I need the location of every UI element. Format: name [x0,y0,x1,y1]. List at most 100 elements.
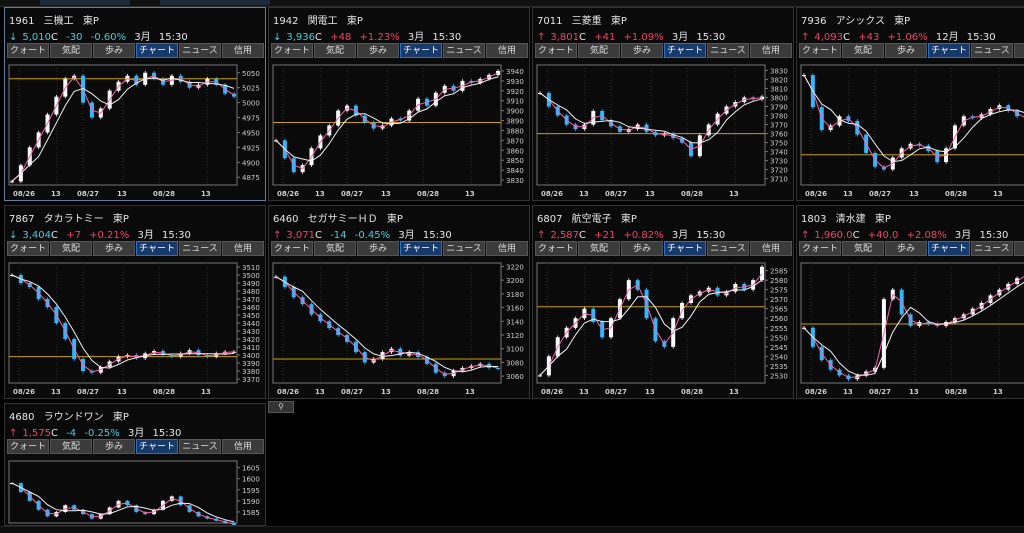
tab-chart[interactable]: チャート [400,43,442,58]
price-chart[interactable]: 2585258025752570256525602555255025452540… [797,257,1024,397]
stock-panel[interactable]: 7936 アシックス 東P ↑ 4,093C +43 +1.06% 12月 15:… [796,7,1024,201]
tab-quote[interactable]: クォート [535,241,577,256]
tab-ticks[interactable]: 歩み [885,43,927,58]
y-tick-label: 4875 [242,174,260,182]
tab-chart[interactable]: チャート [136,43,178,58]
arrow-up-icon: ↑ [537,32,546,43]
tab-ticks[interactable]: 歩み [621,241,663,256]
stock-panel[interactable]: 6460 セガサミーＨＤ 東P ↑ 3,071C -14 -0.45% 3月 15… [268,205,530,399]
update-time: 15:30 [696,230,726,241]
tab-news[interactable]: ニュース [179,439,221,454]
stock-name[interactable]: タカラトミー [44,214,104,225]
stock-name[interactable]: 三菱重 [572,16,602,27]
tab-board[interactable]: 気配 [314,241,356,256]
x-tick-label: 08/28 [681,190,703,198]
tab-board[interactable]: 気配 [842,241,884,256]
tab-margin[interactable]: 信用 [222,43,264,58]
tab-margin[interactable]: 信用 [1014,241,1024,256]
tab-board[interactable]: 気配 [578,241,620,256]
stock-panel[interactable]: 1961 三機工 東P ↓ 5,010C -30 -0.60% 3月 15:30 … [4,7,266,201]
y-tick-label: 4975 [242,115,260,123]
stock-name[interactable]: セガサミーＨＤ [308,214,378,225]
tab-news[interactable]: ニュース [443,43,485,58]
price-chart[interactable]: 5050 5025 5000 4975 4950 4925 4900 4875 08/26 13 0… [5,59,265,199]
stock-name[interactable]: 三機工 [44,16,74,27]
tab-quote[interactable]: クォート [271,43,313,58]
tab-news[interactable]: ニュース [707,43,749,58]
stock-panel[interactable]: 6807 航空電子 東P ↑ 2,587C +21 +0.82% 3月 15:30… [532,205,794,399]
tab-chart[interactable]: チャート [136,241,178,256]
tab-quote[interactable]: クォート [799,241,841,256]
stock-panel[interactable]: 1803 清水建 東P ↑ 1,960.0C +40.0 +2.08% 3月 15… [796,205,1024,399]
toolbar-segment [160,0,270,5]
tab-margin[interactable]: 信用 [486,241,528,256]
tab-board[interactable]: 気配 [578,43,620,58]
tab-chart[interactable]: チャート [136,439,178,454]
stock-name[interactable]: ラウンドワン [44,412,104,423]
arrow-up-icon: ↑ [273,230,282,241]
tab-chart[interactable]: チャート [928,43,970,58]
tab-quote[interactable]: クォート [799,43,841,58]
tab-board[interactable]: 気配 [50,43,92,58]
tab-quote[interactable]: クォート [535,43,577,58]
tab-quote[interactable]: クォート [7,439,49,454]
tab-chart[interactable]: チャート [400,241,442,256]
close-flag: C [315,230,323,241]
tab-chart[interactable]: チャート [664,43,706,58]
tab-news[interactable]: ニュース [443,241,485,256]
tab-news[interactable]: ニュース [707,241,749,256]
x-tick-label: 13 [579,190,589,198]
x-tick-label: 08/26 [805,190,827,198]
tab-chart[interactable]: チャート [928,241,970,256]
market-label: 東P [874,214,891,225]
y-tick-label: 3450 [242,312,260,320]
tab-margin[interactable]: 信用 [750,241,792,256]
tab-news[interactable]: ニュース [179,241,221,256]
stock-name[interactable]: 航空電子 [572,214,612,225]
tab-margin[interactable]: 信用 [486,43,528,58]
stock-name[interactable]: アシックス [836,16,885,27]
tab-chart[interactable]: チャート [664,241,706,256]
panel-header: 1942 関電工 東P [273,12,369,27]
price-chart[interactable]: 3220 3200 3180 3160 3140 3120 3100 3080 3060 08/2… [269,257,529,397]
tab-news[interactable]: ニュース [971,43,1013,58]
stock-panel[interactable]: 1942 関電工 東P ↓ 3,936C +48 +1.23% 3月 15:30 … [268,7,530,201]
tab-board[interactable]: 気配 [50,241,92,256]
tab-board[interactable]: 気配 [50,439,92,454]
tab-news[interactable]: ニュース [179,43,221,58]
tab-board[interactable]: 気配 [314,43,356,58]
tab-news[interactable]: ニュース [971,241,1013,256]
tab-ticks[interactable]: 歩み [93,241,135,256]
tab-ticks[interactable]: 歩み [621,43,663,58]
tab-quote[interactable]: クォート [7,241,49,256]
x-tick-label: 13 [909,190,919,198]
tab-ticks[interactable]: 歩み [357,43,399,58]
tab-margin[interactable]: 信用 [750,43,792,58]
y-tick-label: 3830 [506,177,524,185]
stock-panel[interactable]: 7011 三菱重 東P ↑ 3,801C +41 +1.09% 3月 15:30 … [532,7,794,201]
tab-margin[interactable]: 信用 [222,241,264,256]
tab-board[interactable]: 気配 [842,43,884,58]
stock-name[interactable]: 関電工 [308,16,338,27]
zoom-search-button[interactable]: ⚲ [268,401,294,413]
price-chart[interactable]: 3830382038103800 379037803770376037503740… [533,59,793,199]
tab-ticks[interactable]: 歩み [357,241,399,256]
price-chart[interactable]: 1605 1600 1595 1590 1585 [5,455,265,525]
price-chart[interactable]: 2585258025752570256525602555255025452540… [533,257,793,397]
tab-margin[interactable]: 信用 [1014,43,1024,58]
price-chart[interactable]: 3850384038303820381038003790378037703760… [797,59,1024,199]
stock-panel[interactable]: 7867 タカラトミー 東P ↓ 3,404C +7 +0.21% 3月 15:3… [4,205,266,399]
price-chart[interactable]: 3940 3930 3920 3910 3900 38903880 3870 3860 3850… [269,59,529,199]
price-chart[interactable]: 3510350034903480347034603450344034303420… [5,257,265,397]
tab-ticks[interactable]: 歩み [885,241,927,256]
y-tick-label: 3880 [506,127,524,135]
stock-name[interactable]: 清水建 [836,214,866,225]
tab-ticks[interactable]: 歩み [93,43,135,58]
tab-quote[interactable]: クォート [271,241,313,256]
tab-ticks[interactable]: 歩み [93,439,135,454]
tab-margin[interactable]: 信用 [222,439,264,454]
stock-panel[interactable]: 4680 ラウンドワン 東P ↑ 1,575C -4 -0.25% 3月 15:3… [4,403,266,526]
tab-quote[interactable]: クォート [7,43,49,58]
y-tick-label: 2580 [770,277,788,285]
update-time: 15:30 [162,230,191,241]
